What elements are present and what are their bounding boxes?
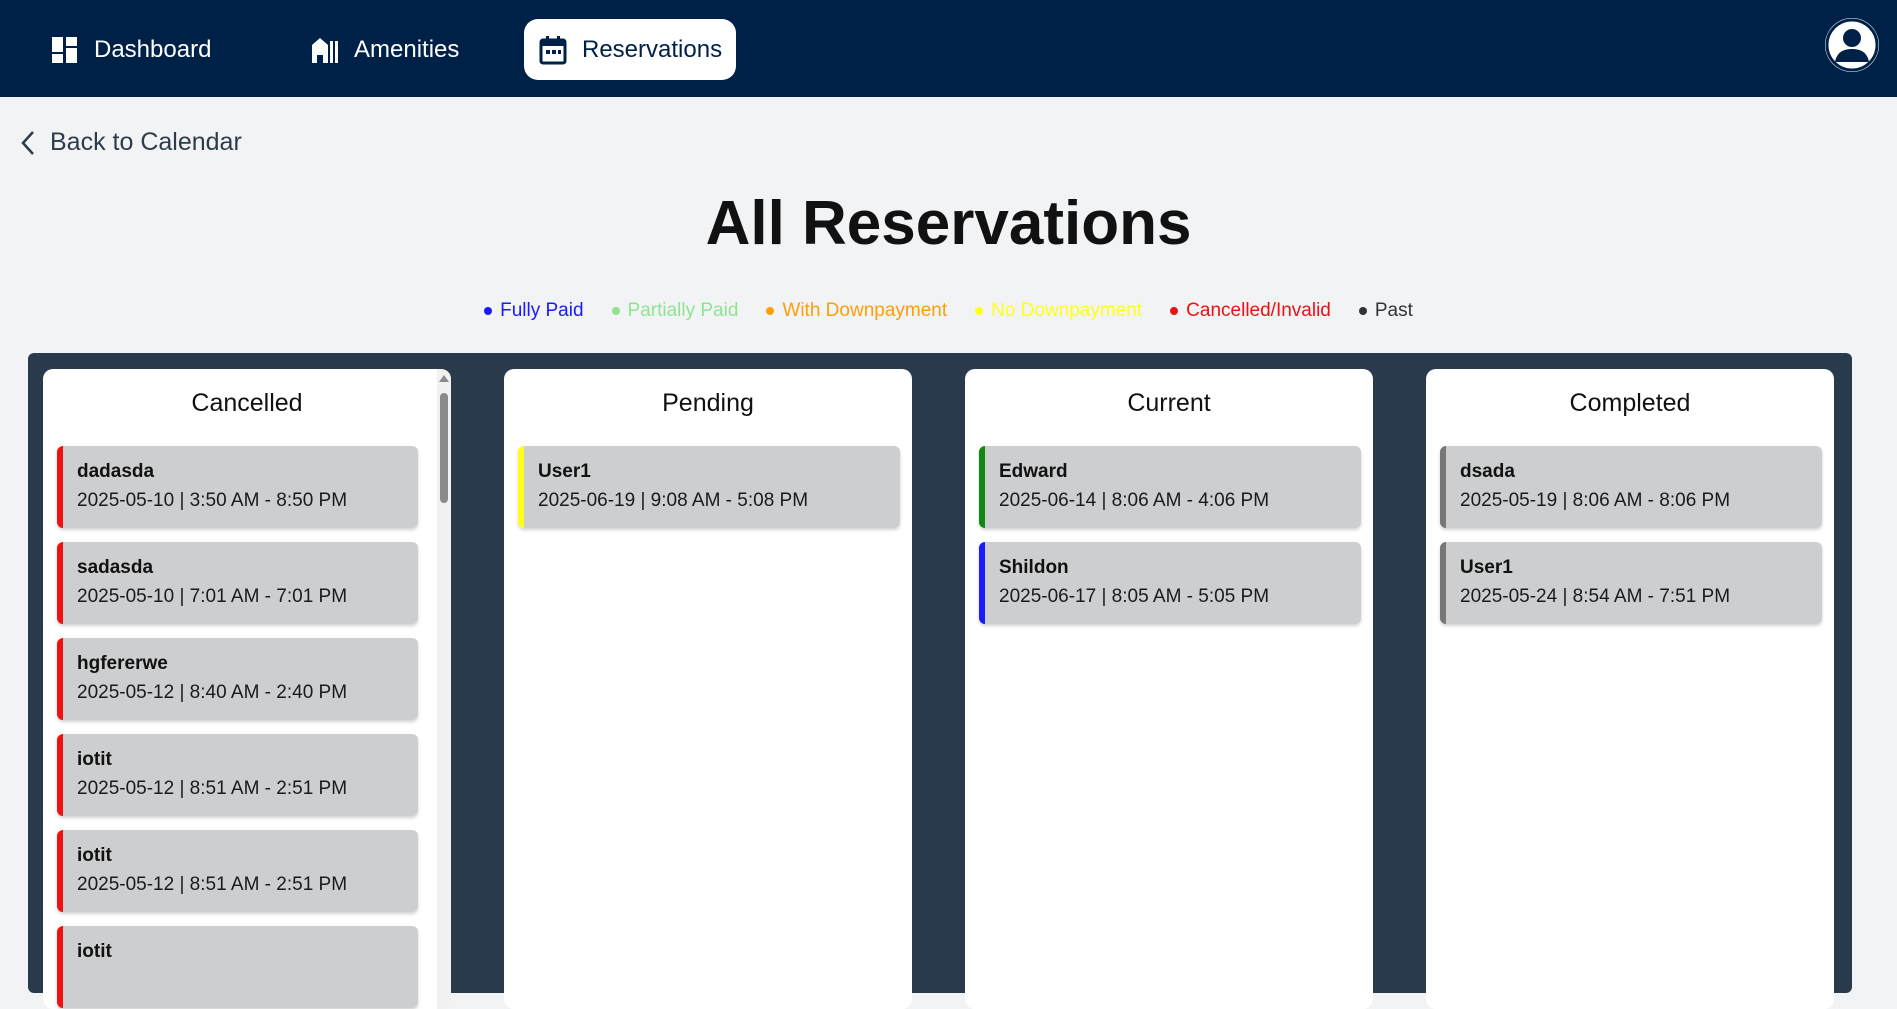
reservations-board: Cancelled dadasda 2025-05-10 | 3:50 AM - 8… — [28, 353, 1852, 1009]
reservation-card[interactable]: dsada 2025-05-19 | 8:06 AM - 8:06 PM — [1440, 446, 1822, 528]
legend-dot-icon — [975, 307, 984, 315]
legend-dot-icon — [1358, 307, 1367, 315]
calendar-icon — [538, 35, 568, 65]
legend-dot-icon — [1170, 307, 1179, 315]
column-current: Current Edward 2025-06-14 | 8:06 AM - 4:06… — [965, 369, 1373, 1009]
reservation-card[interactable]: iotit 2025-05-12 | 8:51 AM - 2:51 PM — [57, 734, 418, 816]
legend-label: Past — [1374, 300, 1413, 321]
reservation-time: 2025-05-12 | 8:51 AM - 2:51 PM — [77, 874, 348, 895]
top-nav-bar: Dashboard Amenities Reservations — [0, 0, 1897, 97]
reservation-time: 2025-05-12 | 8:51 AM - 2:51 PM — [77, 778, 348, 799]
legend-dot-icon — [484, 307, 493, 315]
reservation-card[interactable]: iotit 2025-05-12 | 8:51 AM - 2:51 PM — [57, 830, 418, 912]
legend-dot-icon — [766, 307, 775, 315]
column-completed: Completed dsada 2025-05-19 | 8:06 AM - 8:0… — [1426, 369, 1834, 1009]
reservation-card[interactable]: Shildon 2025-06-17 | 8:05 AM - 5:05 PM — [979, 542, 1361, 624]
legend-label: Cancelled/Invalid — [1186, 300, 1331, 321]
reservation-card[interactable]: sadasda 2025-05-10 | 7:01 AM - 7:01 PM — [57, 542, 418, 624]
status-legend: Fully Paid Partially Paid With Downpayment… — [0, 300, 1897, 322]
nav-reservations-label: Reservations — [582, 35, 723, 63]
reservation-name: hgfererwe — [77, 653, 168, 674]
reservation-card[interactable]: User1 2025-06-19 | 9:08 AM - 5:08 PM — [518, 446, 900, 528]
reservation-name: Shildon — [999, 557, 1069, 578]
reservation-name: dadasda — [77, 461, 155, 482]
legend-label: With Downpayment — [782, 300, 948, 321]
page-title: All Reservations — [705, 189, 1192, 258]
reservation-name: User1 — [1460, 557, 1513, 578]
legend-label: No Downpayment — [991, 300, 1143, 321]
nav-amenities-label: Amenities — [354, 35, 460, 63]
reservation-card[interactable]: Edward 2025-06-14 | 8:06 AM - 4:06 PM — [979, 446, 1361, 528]
cancelled-scrollbar[interactable] — [437, 369, 451, 1009]
reservation-card[interactable]: hgfererwe 2025-05-12 | 8:40 AM - 2:40 PM — [57, 638, 418, 720]
reservation-time: 2025-06-14 | 8:06 AM - 4:06 PM — [999, 490, 1270, 511]
reservation-time: 2025-05-10 | 3:50 AM - 8:50 PM — [77, 490, 348, 511]
building-icon — [310, 35, 340, 65]
legend-item: Fully Paid — [484, 300, 584, 322]
reservation-name: User1 — [538, 461, 591, 482]
reservation-time: 2025-06-17 | 8:05 AM - 5:05 PM — [999, 586, 1270, 607]
legend-item: Partially Paid — [611, 300, 739, 322]
scrollbar-thumb[interactable] — [440, 393, 448, 503]
column-pending: Pending User1 2025-06-19 | 9:08 AM - 5:08 … — [504, 369, 912, 1009]
legend-item: Past — [1358, 300, 1413, 322]
user-avatar-icon[interactable] — [1825, 18, 1879, 72]
nav-reservations[interactable]: Reservations — [524, 19, 736, 80]
legend-item: No Downpayment — [975, 300, 1142, 322]
scroll-up-arrow-icon[interactable] — [439, 375, 449, 382]
chevron-left-icon — [21, 130, 34, 155]
reservation-name: dsada — [1460, 461, 1515, 482]
legend-item: Cancelled/Invalid — [1170, 300, 1331, 322]
column-title: Completed — [1569, 389, 1691, 417]
column-title: Pending — [662, 389, 754, 417]
legend-label: Partially Paid — [627, 300, 739, 321]
nav-dashboard[interactable]: Dashboard — [36, 19, 225, 80]
reservation-time: 2025-05-19 | 8:06 AM - 8:06 PM — [1460, 490, 1731, 511]
legend-label: Fully Paid — [500, 300, 584, 321]
dashboard-icon — [50, 35, 80, 65]
reservation-time: 2025-05-24 | 8:54 AM - 7:51 PM — [1460, 586, 1731, 607]
column-title: Cancelled — [191, 389, 303, 417]
reservation-card[interactable]: iotit — [57, 926, 418, 1008]
reservation-card[interactable]: User1 2025-05-24 | 8:54 AM - 7:51 PM — [1440, 542, 1822, 624]
reservation-time: 2025-05-12 | 8:40 AM - 2:40 PM — [77, 682, 348, 703]
reservation-time: 2025-06-19 | 9:08 AM - 5:08 PM — [538, 490, 809, 511]
legend-dot-icon — [611, 307, 620, 315]
reservation-name: iotit — [77, 749, 112, 770]
column-title: Current — [1127, 389, 1211, 417]
reservation-name: iotit — [77, 845, 112, 866]
legend-item: With Downpayment — [766, 300, 947, 322]
reservation-name: sadasda — [77, 557, 154, 578]
reservation-card[interactable]: dadasda 2025-05-10 | 3:50 AM - 8:50 PM — [57, 446, 418, 528]
reservation-name: iotit — [77, 941, 112, 962]
reservation-time: 2025-05-10 | 7:01 AM - 7:01 PM — [77, 586, 348, 607]
reservation-name: Edward — [999, 461, 1068, 482]
nav-dashboard-label: Dashboard — [94, 35, 212, 63]
back-to-calendar-link[interactable]: Back to Calendar — [20, 128, 242, 157]
nav-amenities[interactable]: Amenities — [296, 19, 473, 80]
back-label: Back to Calendar — [50, 128, 242, 156]
column-cancelled: Cancelled dadasda 2025-05-10 | 3:50 AM - 8… — [43, 369, 451, 1009]
